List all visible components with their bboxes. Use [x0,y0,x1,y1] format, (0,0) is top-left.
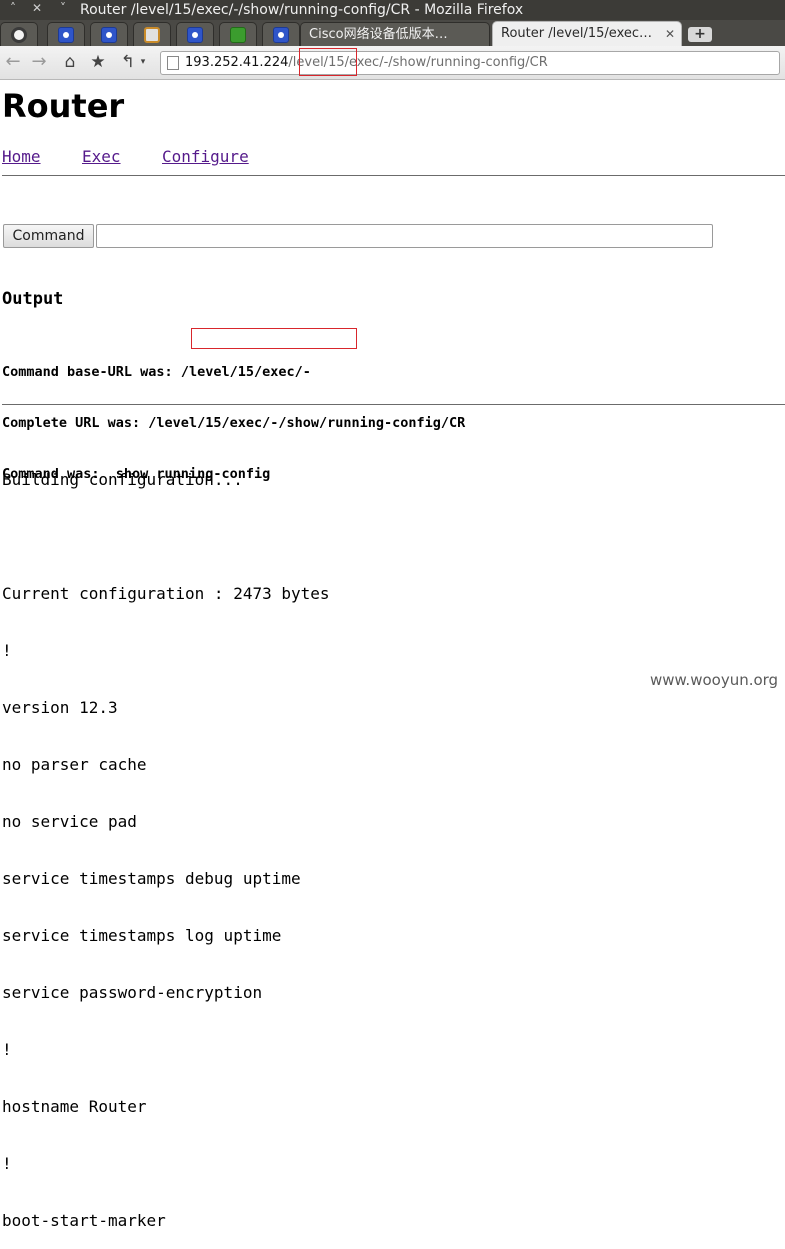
page-title: Router [2,87,125,125]
config-line: service timestamps log uptime [2,926,282,945]
window-titlebar: ˄ ✕ ˅ Router /level/15/exec/-/show/runni… [0,0,785,20]
chevron-down-icon[interactable]: ▾ [138,52,148,72]
config-output: Building configuration... Current config… [2,432,330,1249]
window-minimize-button[interactable]: ˄ [6,1,20,15]
paw-icon [58,27,74,43]
base-url-line: Command base-URL was: /level/15/exec/- [2,364,465,381]
config-line: boot-start-marker [2,1211,166,1230]
tab-cisco[interactable]: Cisco网络设备低版本… [300,22,490,46]
new-tab-button[interactable]: + [688,27,712,42]
exec-link[interactable]: Exec [82,147,121,167]
url-host: 193.252.41.224 [185,55,289,70]
tab-strip: Cisco网络设备低版本… Router /level/15/exec… ✕ [0,20,785,47]
tab-label: Router /level/15/exec… [501,26,651,41]
url-bar[interactable]: 193.252.41.224/level/15/exec/-/show/runn… [160,51,780,75]
config-line [2,527,330,546]
config-line: ! [2,1154,12,1173]
url-text: 193.252.41.224/level/15/exec/-/show/runn… [185,54,548,72]
close-icon[interactable]: ✕ [665,25,675,43]
tab-router-active[interactable]: Router /level/15/exec… ✕ [492,21,682,47]
configure-link[interactable]: Configure [162,147,249,167]
base-url-prefix: Command base-URL was: [2,364,181,380]
tab-green[interactable] [219,22,257,46]
paw-icon [101,27,117,43]
url-highlight-box [299,48,357,76]
back-arrow-icon[interactable]: ← [4,52,22,72]
tab-label: Cisco网络设备低版本… [309,27,448,42]
tab-paw-2[interactable] [90,22,128,46]
config-line: ! [2,1040,12,1059]
config-line: no service pad [2,812,137,831]
window-maximize-button[interactable]: ˅ [56,1,70,15]
navigation-toolbar: ← → ⌂ ★ ↰ ▾ 193.252.41.224/level/15/exec… [0,46,785,80]
base-url-highlight-box [191,328,357,349]
window-close-button[interactable]: ✕ [30,1,44,15]
window-title: Router /level/15/exec/-/show/running-con… [80,2,524,18]
config-line: service timestamps debug uptime [2,869,301,888]
base-url-value: /level/15/exec/- [180,364,311,380]
config-line: hostname Router [2,1097,147,1116]
command-input[interactable] [96,224,713,248]
divider [2,175,785,176]
home-icon[interactable]: ⌂ [60,52,80,72]
history-back-icon[interactable]: ↰ [118,52,138,72]
ubuntu-icon [11,27,27,43]
output-heading: Output [2,289,64,309]
green-icon [230,27,246,43]
paw-icon [187,27,203,43]
bookmark-star-icon[interactable]: ★ [88,52,108,72]
config-line: Current configuration : 2473 bytes [2,584,330,603]
paw-icon [273,27,289,43]
tab-paw-4[interactable] [262,22,300,46]
page-icon [167,56,179,70]
config-line: service password-encryption [2,983,263,1002]
config-line: version 12.3 [2,698,118,717]
config-line: ! [2,641,12,660]
home-link[interactable]: Home [2,147,41,167]
tab-ring[interactable] [133,22,171,46]
complete-url-line: Complete URL was: /level/15/exec/-/show/… [2,415,466,431]
config-line: no parser cache [2,755,147,774]
config-line: Building configuration... [2,470,243,489]
forward-arrow-icon[interactable]: → [30,52,48,72]
tab-ubuntu[interactable] [0,22,38,46]
tab-paw-1[interactable] [47,22,85,46]
command-button[interactable]: Command [3,224,94,248]
watermark: www.wooyun.org [650,670,779,690]
tab-paw-3[interactable] [176,22,214,46]
divider [2,404,785,405]
ring-icon [144,27,160,43]
